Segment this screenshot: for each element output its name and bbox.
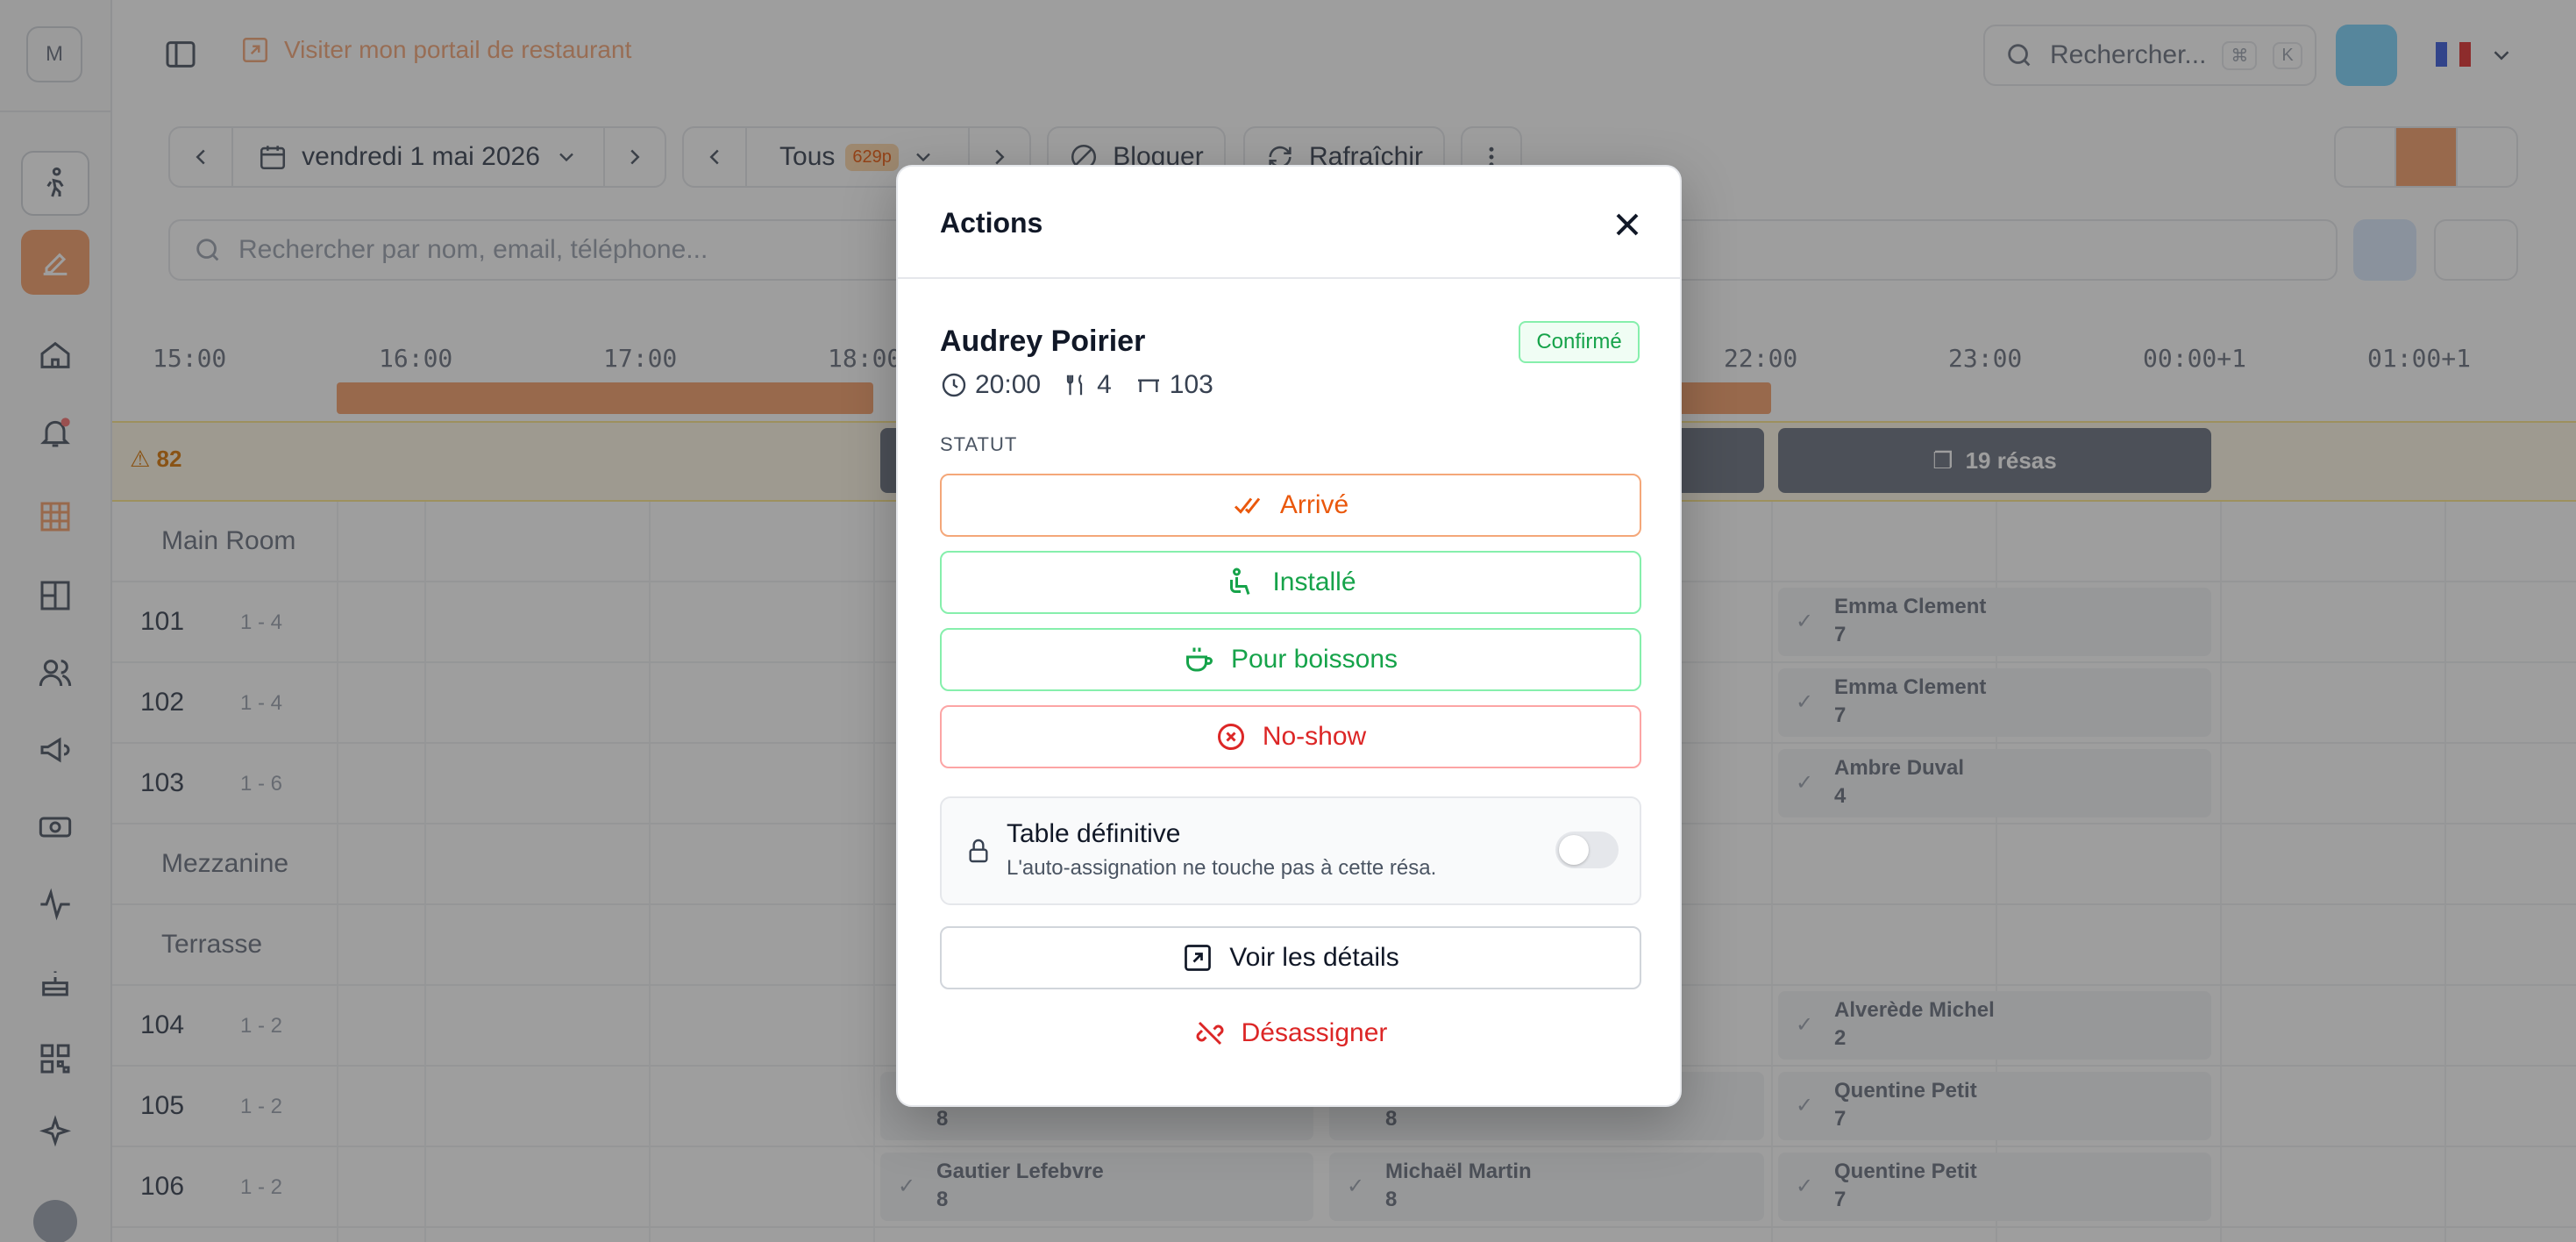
guest-name: Audrey Poirier: [940, 325, 1146, 358]
cup-icon: [1185, 647, 1213, 672]
modal-divider: [898, 277, 1680, 279]
noshow-label: No-show: [1262, 722, 1367, 751]
definitive-table-description: L'auto-assignation ne touche pas à cette…: [1007, 856, 1437, 880]
reservation-covers: 4: [1097, 370, 1112, 399]
seat-icon: [1230, 567, 1250, 595]
lock-icon: [969, 839, 988, 863]
unassign-label: Désassigner: [1241, 1018, 1388, 1047]
modal-title: Actions: [940, 207, 1043, 239]
external-link-icon: [1185, 945, 1212, 971]
noshow-button[interactable]: No-show: [940, 705, 1641, 768]
status-badge: Confirmé: [1519, 321, 1640, 363]
arrived-button[interactable]: Arrivé: [940, 474, 1641, 537]
actions-modal: Actions Audrey Poirier Confirmé 20:00 4 …: [896, 165, 1682, 1107]
view-details-label: Voir les détails: [1229, 943, 1399, 972]
close-icon[interactable]: [1608, 205, 1647, 244]
drinks-label: Pour boissons: [1230, 645, 1398, 674]
clock-icon: [942, 373, 966, 397]
reservation-table: 103: [1169, 370, 1213, 399]
view-details-button[interactable]: Voir les détails: [940, 926, 1641, 989]
definitive-table-toggle[interactable]: [1555, 832, 1619, 868]
reservation-meta: 20:00 4 103: [940, 370, 1236, 400]
seated-button[interactable]: Installé: [940, 551, 1641, 614]
x-circle-icon: [1217, 724, 1244, 750]
unassign-button[interactable]: Désassigner: [940, 1002, 1641, 1065]
drinks-button[interactable]: Pour boissons: [940, 628, 1641, 691]
table-icon: [1137, 379, 1159, 392]
utensils-icon: [1066, 374, 1083, 396]
definitive-table-panel: Table définitive L'auto-assignation ne t…: [940, 796, 1641, 905]
toggle-knob: [1559, 835, 1589, 865]
seated-label: Installé: [1272, 567, 1356, 596]
arrived-label: Arrivé: [1279, 490, 1349, 519]
double-check-icon: [1234, 497, 1260, 514]
reservation-time: 20:00: [975, 370, 1042, 399]
status-section-label: STATUT: [940, 433, 1018, 455]
unlink-icon: [1196, 1021, 1224, 1046]
definitive-table-title: Table définitive: [1007, 819, 1181, 848]
